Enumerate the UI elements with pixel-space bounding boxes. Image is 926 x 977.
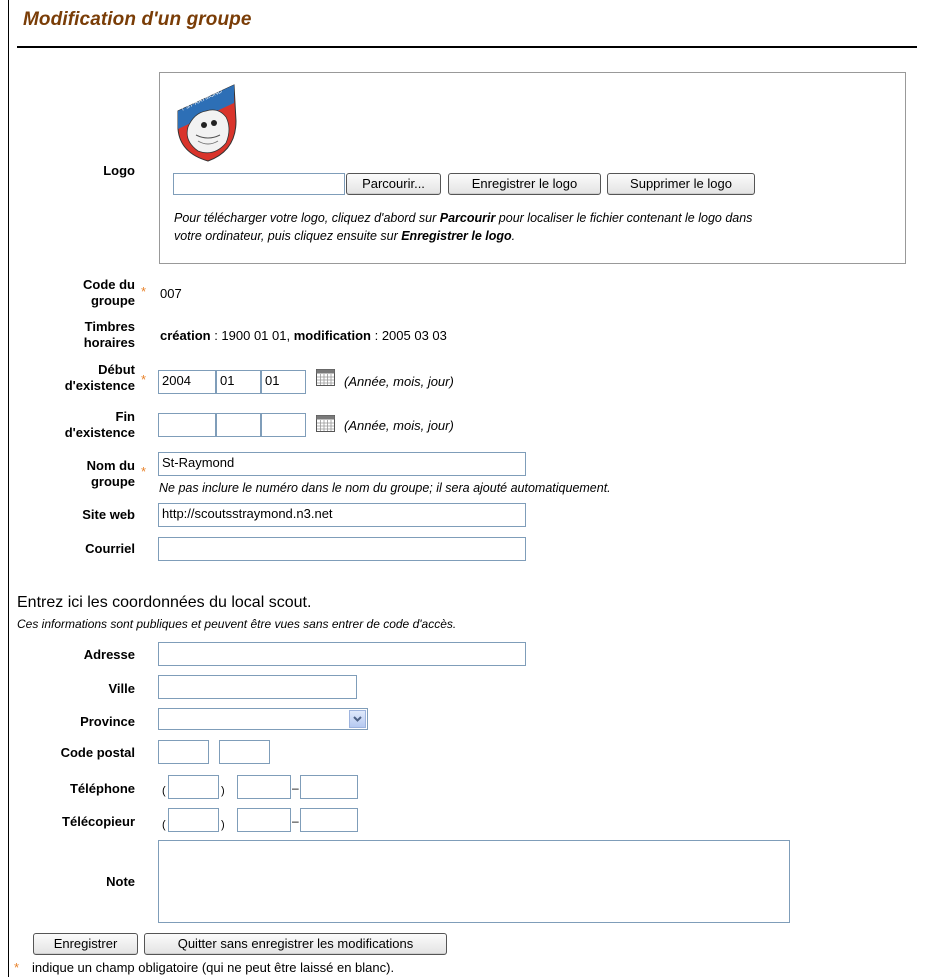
website-input[interactable]: http://scoutsstraymond.n3.net: [158, 503, 526, 527]
phone-prefix-input[interactable]: [237, 775, 291, 799]
end-date-hint: (Année, mois, jour): [344, 418, 454, 433]
website-label: Site web: [82, 507, 135, 522]
code-label: Code du groupe: [17, 277, 135, 309]
group-name-input[interactable]: St-Raymond: [158, 452, 526, 476]
required-star: *: [141, 464, 147, 479]
fax-open-paren: (: [162, 819, 166, 831]
end-label-line2: d'existence: [64, 425, 135, 440]
timestamps-label-line1: Timbres: [84, 319, 135, 334]
code-value: 007: [160, 286, 182, 301]
quit-without-saving-button[interactable]: Quitter sans enregistrer les modificatio…: [144, 933, 447, 955]
timestamps-label: Timbres horaires: [17, 319, 135, 351]
delete-logo-button[interactable]: Supprimer le logo: [607, 173, 755, 195]
required-star: *: [141, 284, 147, 299]
required-field-note: indique un champ obligatoire (qui ne peu…: [32, 960, 395, 975]
logo-help-line1: Pour télécharger votre logo, cliquez d'a…: [174, 211, 752, 225]
code-label-line1: Code du: [83, 277, 135, 292]
end-label-line1: Fin: [115, 409, 136, 424]
fax-label: Télécopieur: [62, 814, 135, 829]
required-star: *: [14, 960, 20, 975]
logo-help-save: Enregistrer le logo: [401, 229, 512, 243]
save-button[interactable]: Enregistrer: [33, 933, 138, 955]
local-heading: Entrez ici les coordonnées du local scou…: [17, 594, 312, 611]
phone-dash: –: [292, 781, 299, 795]
start-label: Début d'existence: [17, 362, 135, 394]
chevron-down-icon[interactable]: [349, 710, 366, 728]
modification-value: : 2005 03 03: [370, 328, 447, 343]
logo-help-text: Pour télécharger votre logo, cliquez d'a…: [174, 211, 440, 225]
email-input[interactable]: [158, 537, 526, 561]
group-logo-image: 7 ST-RAYMOND: [177, 84, 237, 162]
start-label-line1: Début: [98, 362, 135, 377]
phone-open-paren: (: [162, 785, 166, 797]
start-year-input[interactable]: 2004: [158, 370, 216, 394]
postal-code-part2-input[interactable]: [219, 740, 270, 764]
save-logo-button[interactable]: Enregistrer le logo: [448, 173, 601, 195]
timestamps-label-line2: horaires: [83, 335, 135, 350]
city-input[interactable]: [158, 675, 357, 699]
email-label: Courriel: [85, 541, 135, 556]
logo-help-text: pour localiser le fichier contenant le l…: [495, 211, 753, 225]
logo-label: Logo: [103, 163, 135, 178]
name-label: Nom du groupe: [17, 458, 135, 490]
timestamps-value: création : 1900 01 01, modification : 20…: [160, 328, 447, 343]
creation-label: création: [160, 328, 211, 343]
creation-value: : 1900 01 01,: [210, 328, 294, 343]
title-divider: [17, 46, 917, 48]
calendar-icon[interactable]: [316, 369, 335, 386]
phone-label: Téléphone: [69, 781, 135, 796]
phone-close-paren: ): [221, 785, 225, 797]
local-subheading: Ces informations sont publiques et peuve…: [17, 617, 457, 631]
page-title: Modification d'un groupe: [23, 9, 252, 30]
address-label: Adresse: [83, 647, 135, 662]
code-label-line2: groupe: [90, 293, 135, 308]
name-label-line2: groupe: [90, 474, 135, 489]
logo-help-line2: votre ordinateur, puis cliquez ensuite s…: [174, 229, 515, 243]
browse-button[interactable]: Parcourir...: [346, 173, 441, 195]
note-textarea[interactable]: [158, 840, 790, 923]
end-label: Fin d'existence: [17, 409, 135, 441]
phone-area-input[interactable]: [168, 775, 219, 799]
fax-area-input[interactable]: [168, 808, 219, 832]
province-label: Province: [80, 714, 135, 729]
start-date-hint: (Année, mois, jour): [344, 374, 454, 389]
calendar-icon[interactable]: [316, 415, 335, 432]
logo-help-text: .: [511, 229, 516, 243]
postal-label: Code postal: [60, 745, 135, 760]
start-label-line2: d'existence: [64, 378, 135, 393]
end-month-input[interactable]: [216, 413, 261, 437]
end-day-input[interactable]: [261, 413, 306, 437]
fax-close-paren: ): [221, 819, 225, 831]
fax-prefix-input[interactable]: [237, 808, 291, 832]
city-label: Ville: [108, 681, 135, 696]
note-label: Note: [106, 874, 135, 889]
phone-line-input[interactable]: [300, 775, 358, 799]
end-year-input[interactable]: [158, 413, 216, 437]
name-label-line1: Nom du: [86, 458, 135, 473]
fax-line-input[interactable]: [300, 808, 358, 832]
logo-help-text: votre ordinateur, puis cliquez ensuite s…: [174, 229, 402, 243]
postal-code-part1-input[interactable]: [158, 740, 209, 764]
required-star: *: [141, 372, 147, 387]
group-name-hint: Ne pas inclure le numéro dans le nom du …: [159, 481, 611, 495]
logo-help-browse: Parcourir: [439, 211, 496, 225]
province-select[interactable]: [158, 708, 368, 730]
fax-dash: –: [292, 814, 299, 828]
start-month-input[interactable]: 01: [216, 370, 261, 394]
address-input[interactable]: [158, 642, 526, 666]
start-day-input[interactable]: 01: [261, 370, 306, 394]
logo-file-input[interactable]: [173, 173, 345, 195]
modification-label: modification: [293, 328, 371, 343]
